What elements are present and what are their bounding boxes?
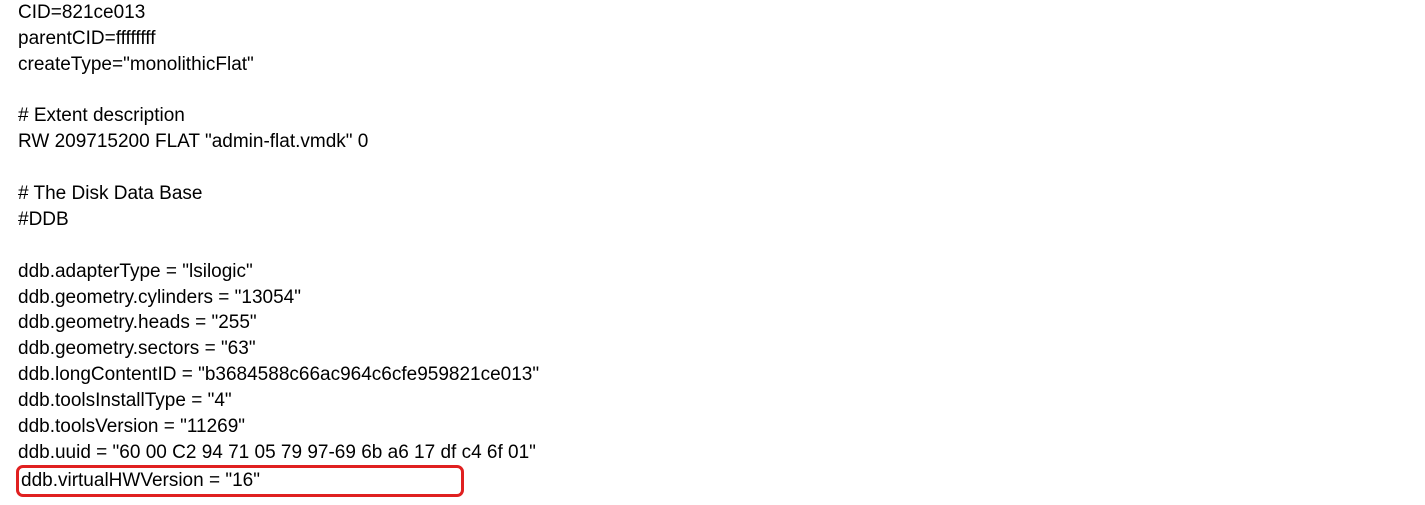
extent-comment-line: # Extent description xyxy=(18,103,1407,129)
blank-line xyxy=(18,77,1407,103)
cid-line: CID=821ce013 xyxy=(18,0,1407,26)
blank-line xyxy=(18,233,1407,259)
highlighted-row: ddb.virtualHWVersion = "16" xyxy=(18,465,1407,497)
virtual-hw-version-line: ddb.virtualHWVersion = "16" xyxy=(21,470,455,491)
parent-cid-line: parentCID=ffffffff xyxy=(18,26,1407,52)
blank-line xyxy=(18,155,1407,181)
cylinders-line: ddb.geometry.cylinders = "13054" xyxy=(18,285,1407,311)
uuid-line: ddb.uuid = "60 00 C2 94 71 05 79 97-69 6… xyxy=(18,440,1407,466)
tools-version-line: ddb.toolsVersion = "11269" xyxy=(18,414,1407,440)
heads-line: ddb.geometry.heads = "255" xyxy=(18,310,1407,336)
sectors-line: ddb.geometry.sectors = "63" xyxy=(18,336,1407,362)
adapter-type-line: ddb.adapterType = "lsilogic" xyxy=(18,259,1407,285)
vmdk-descriptor-text: CID=821ce013 parentCID=ffffffff createTy… xyxy=(18,0,1407,497)
ddb-header-line: #DDB xyxy=(18,207,1407,233)
create-type-line: createType="monolithicFlat" xyxy=(18,52,1407,78)
highlight-box: ddb.virtualHWVersion = "16" xyxy=(16,465,464,497)
long-content-id-line: ddb.longContentID = "b3684588c66ac964c6c… xyxy=(18,362,1407,388)
tools-install-type-line: ddb.toolsInstallType = "4" xyxy=(18,388,1407,414)
extent-line: RW 209715200 FLAT "admin-flat.vmdk" 0 xyxy=(18,129,1407,155)
ddb-comment-line: # The Disk Data Base xyxy=(18,181,1407,207)
